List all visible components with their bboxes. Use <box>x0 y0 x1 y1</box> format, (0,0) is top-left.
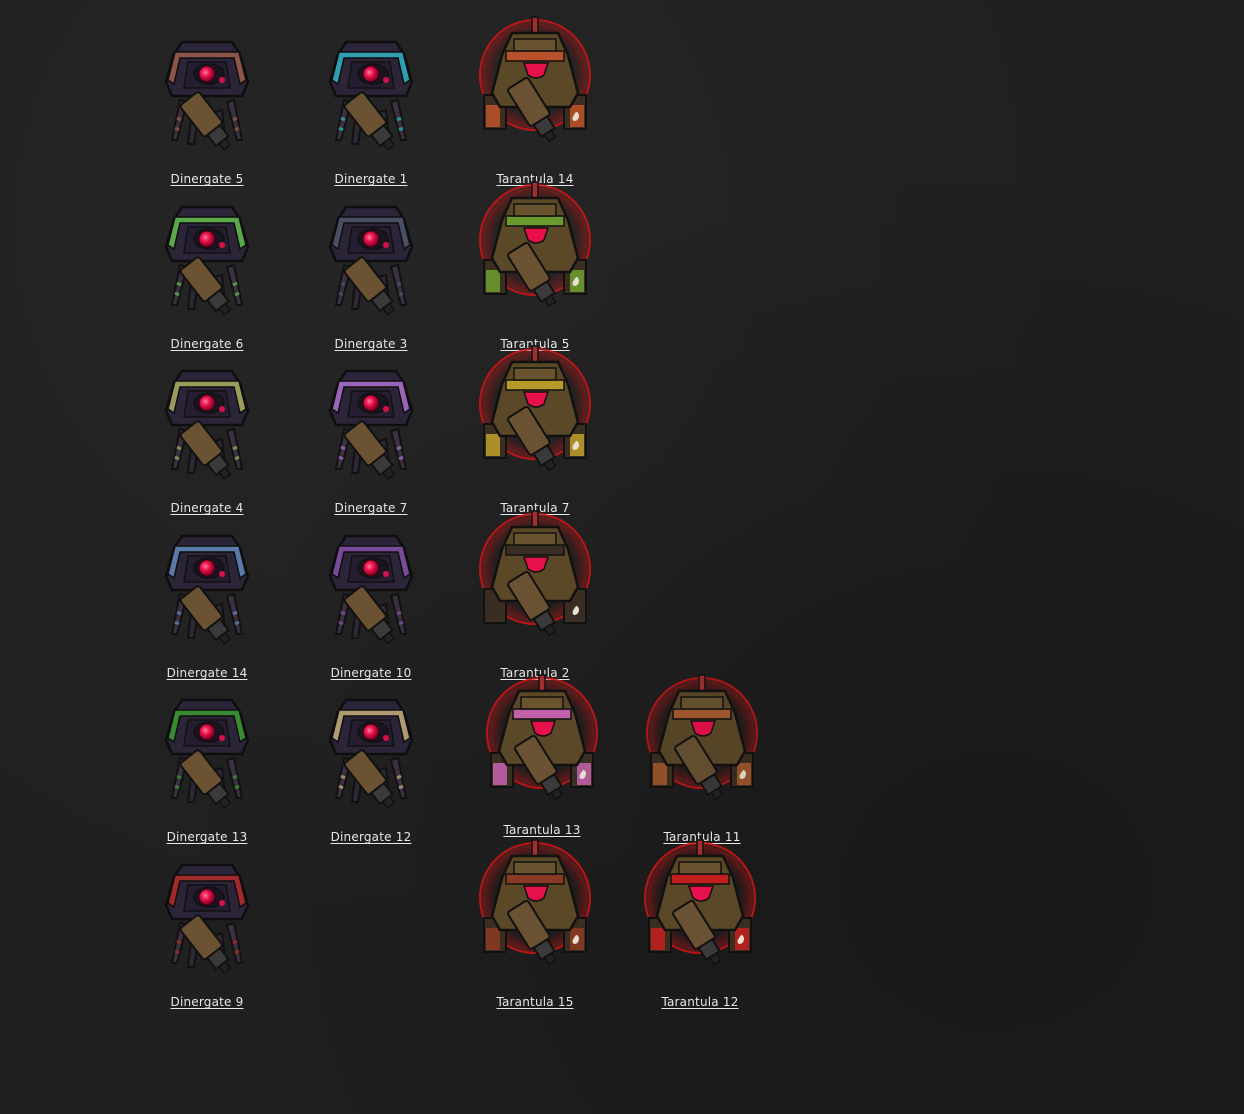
tarantula-sprite-icon <box>460 15 610 150</box>
unit-card[interactable]: Dinergate 4 <box>132 351 282 516</box>
unit-label[interactable]: Dinergate 3 <box>296 337 446 351</box>
dinergate-sprite-icon <box>132 187 282 322</box>
dinergate-sprite-icon <box>132 680 282 815</box>
unit-card[interactable]: Tarantula 5 <box>460 180 610 351</box>
dinergate-sprite-icon <box>296 516 446 651</box>
unit-card[interactable]: Dinergate 13 <box>132 680 282 845</box>
unit-card[interactable]: Tarantula 11 <box>627 673 777 844</box>
dinergate-sprite-icon <box>132 22 282 157</box>
unit-card[interactable]: Dinergate 14 <box>132 516 282 681</box>
unit-card[interactable]: Dinergate 1 <box>296 22 446 187</box>
unit-label[interactable]: Dinergate 6 <box>132 337 282 351</box>
dinergate-sprite-icon <box>296 680 446 815</box>
unit-card[interactable]: Tarantula 14 <box>460 15 610 186</box>
unit-card[interactable]: Dinergate 10 <box>296 516 446 681</box>
unit-card[interactable]: Dinergate 12 <box>296 680 446 845</box>
unit-label[interactable]: Dinergate 5 <box>132 172 282 186</box>
tarantula-sprite-icon <box>625 838 775 973</box>
unit-card[interactable]: Tarantula 2 <box>460 509 610 680</box>
unit-label[interactable]: Dinergate 4 <box>132 501 282 515</box>
unit-label[interactable]: Tarantula 12 <box>625 995 775 1009</box>
dinergate-sprite-icon <box>296 351 446 486</box>
tarantula-sprite-icon <box>460 838 610 973</box>
tarantula-sprite-icon <box>460 344 610 479</box>
tarantula-sprite-icon <box>460 180 610 315</box>
unit-card[interactable]: Dinergate 5 <box>132 22 282 187</box>
unit-card[interactable]: Tarantula 15 <box>460 838 610 1009</box>
dinergate-sprite-icon <box>132 351 282 486</box>
dinergate-sprite-icon <box>296 187 446 322</box>
unit-label[interactable]: Tarantula 15 <box>460 995 610 1009</box>
unit-card[interactable]: Dinergate 7 <box>296 351 446 516</box>
unit-card[interactable]: Dinergate 3 <box>296 187 446 352</box>
unit-label[interactable]: Tarantula 13 <box>467 823 617 837</box>
tarantula-sprite-icon <box>467 673 617 808</box>
unit-card[interactable]: Tarantula 12 <box>625 838 775 1009</box>
unit-label[interactable]: Dinergate 7 <box>296 501 446 515</box>
dinergate-sprite-icon <box>132 845 282 980</box>
unit-card[interactable]: Tarantula 13 <box>467 673 617 838</box>
unit-card[interactable]: Tarantula 7 <box>460 344 610 515</box>
unit-label[interactable]: Dinergate 14 <box>132 666 282 680</box>
tarantula-sprite-icon <box>460 509 610 644</box>
dinergate-sprite-icon <box>296 22 446 157</box>
tarantula-sprite-icon <box>627 673 777 808</box>
unit-card[interactable]: Dinergate 9 <box>132 845 282 1010</box>
unit-label[interactable]: Dinergate 1 <box>296 172 446 186</box>
unit-card[interactable]: Dinergate 6 <box>132 187 282 352</box>
unit-label[interactable]: Dinergate 9 <box>132 995 282 1009</box>
unit-label[interactable]: Dinergate 12 <box>296 830 446 844</box>
unit-label[interactable]: Dinergate 13 <box>132 830 282 844</box>
dinergate-sprite-icon <box>132 516 282 651</box>
unit-label[interactable]: Dinergate 10 <box>296 666 446 680</box>
